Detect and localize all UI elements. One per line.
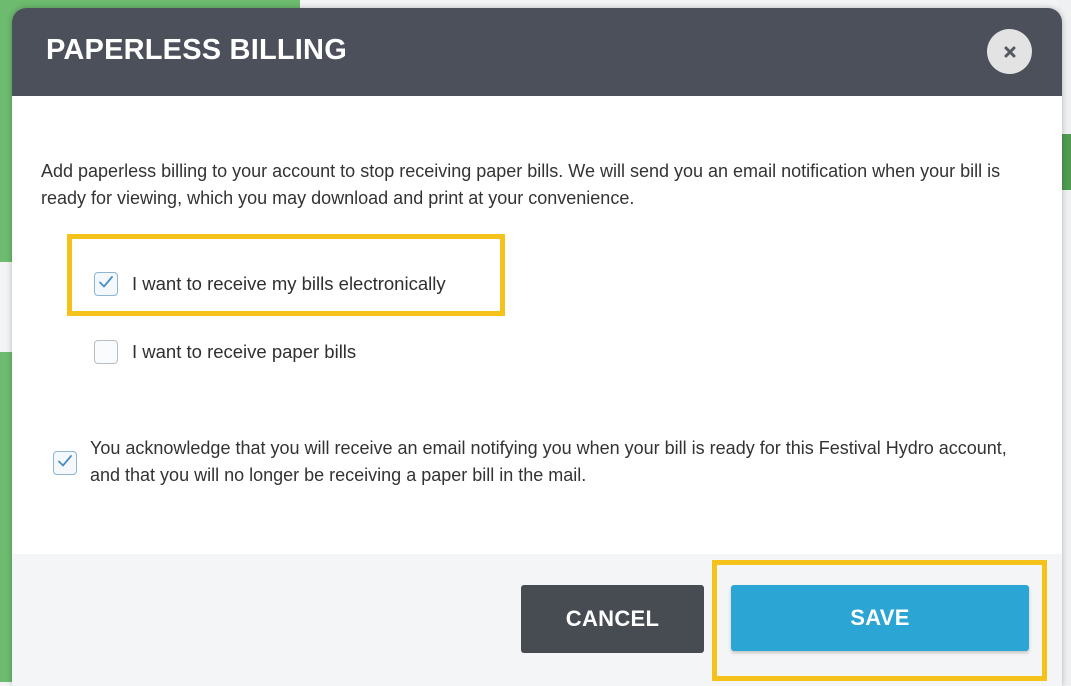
close-button[interactable]: [987, 29, 1032, 74]
option-paper-label: I want to receive paper bills: [132, 341, 357, 362]
option-paper-bills[interactable]: I want to receive paper bills: [94, 340, 356, 364]
checkbox-electronic-bills[interactable]: [94, 272, 118, 296]
checkmark-icon: [57, 454, 73, 473]
dialog-header: PAPERLESS BILLING: [12, 8, 1062, 96]
description-text: Add paperless billing to your account to…: [41, 161, 1001, 208]
acknowledgement-text: You acknowledge that you will receive an…: [90, 438, 1007, 485]
checkmark-icon: [98, 275, 114, 294]
dialog-footer: CANCEL SAVE: [12, 554, 1062, 686]
option-electronic-bills[interactable]: I want to receive my bills electronicall…: [94, 272, 446, 296]
dialog-body: Add paperless billing to your account to…: [12, 96, 1062, 554]
close-icon: [1003, 45, 1017, 59]
save-button[interactable]: SAVE: [731, 585, 1029, 651]
dialog-title: PAPERLESS BILLING: [46, 34, 347, 66]
paperless-billing-dialog: PAPERLESS BILLING Add paperless billing …: [12, 8, 1062, 686]
cancel-button[interactable]: CANCEL: [521, 585, 704, 653]
background-accent: [1061, 134, 1071, 190]
checkbox-acknowledgement[interactable]: [53, 451, 77, 475]
checkbox-paper-bills[interactable]: [94, 340, 118, 364]
acknowledgement: You acknowledge that you will receive an…: [53, 435, 1020, 489]
option-electronic-label: I want to receive my bills electronicall…: [132, 273, 446, 294]
